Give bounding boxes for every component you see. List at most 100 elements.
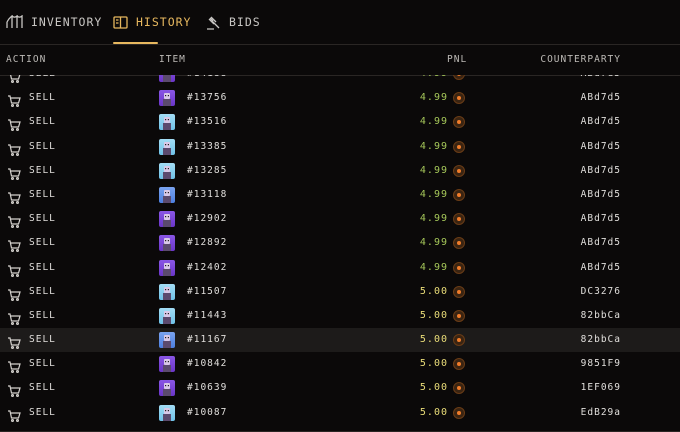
cart-icon (7, 310, 21, 329)
row-counterparty[interactable]: 82bbCa (581, 310, 621, 321)
table-row[interactable]: SELL #12892 4.99 ABd7d5 (0, 231, 680, 255)
row-counterparty[interactable]: ABd7d5 (581, 141, 621, 152)
table-row[interactable]: SELL #12902 4.99 ABd7d5 (0, 207, 680, 231)
currency-icon (453, 382, 465, 395)
row-item-id[interactable]: #12402 (187, 262, 227, 273)
currency-icon (453, 116, 465, 129)
row-item-id[interactable]: #13285 (187, 165, 227, 176)
cart-icon (7, 141, 21, 160)
row-counterparty[interactable]: 1EF069 (581, 382, 621, 393)
nft-thumbnail[interactable] (159, 307, 175, 324)
table-header: ACTION ITEM PNL COUNTERPARTY (0, 45, 680, 76)
row-pnl: 5.00 (419, 406, 448, 418)
row-item-id[interactable]: #13516 (187, 116, 227, 127)
row-counterparty[interactable]: 9851F9 (581, 358, 621, 369)
currency-icon (453, 334, 465, 347)
table-row[interactable]: SELL #13756 4.99 ABd7d5 (0, 86, 680, 110)
nft-thumbnail[interactable] (159, 162, 175, 179)
row-counterparty[interactable]: DC3276 (581, 286, 621, 297)
tab-inventory[interactable]: INVENTORY (6, 0, 102, 44)
nft-thumbnail[interactable] (159, 404, 175, 421)
nft-thumbnail[interactable] (159, 283, 175, 300)
column-header-counterparty: COUNTERPARTY (540, 54, 621, 65)
column-header-pnl: PNL (447, 54, 468, 65)
cart-icon (7, 407, 21, 426)
row-pnl: 4.99 (419, 237, 448, 249)
table-row[interactable]: SELL #11443 5.00 82bbCa (0, 304, 680, 328)
table-row[interactable]: SELL #10639 5.00 1EF069 (0, 376, 680, 400)
row-item-id[interactable]: #11167 (187, 334, 227, 345)
row-item-id[interactable]: #13385 (187, 141, 227, 152)
nft-thumbnail[interactable] (159, 75, 175, 82)
tab-label-inventory: INVENTORY (31, 15, 103, 29)
row-counterparty[interactable]: EdB29a (581, 407, 621, 418)
tab-history[interactable]: HISTORY (113, 0, 191, 44)
row-counterparty[interactable]: ABd7d5 (581, 189, 621, 200)
row-item-id[interactable]: #10842 (187, 358, 227, 369)
tab-label-bids: BIDS (229, 15, 261, 29)
tab-bar: INVENTORY HISTORY BIDS (0, 0, 680, 44)
cart-icon (7, 213, 21, 232)
row-counterparty[interactable]: ABd7d5 (581, 262, 621, 273)
row-pnl: 4.99 (419, 188, 448, 200)
row-item-id[interactable]: #11507 (187, 286, 227, 297)
cart-icon (7, 165, 21, 184)
table-row[interactable]: SELL #13385 4.99 ABd7d5 (0, 135, 680, 159)
row-counterparty[interactable]: ABd7d5 (581, 92, 621, 103)
row-pnl: 5.00 (419, 334, 448, 346)
history-table[interactable]: SELL #14188 4.99 ABd7d5 SELL #13756 4.99 ABd7d5… (0, 75, 680, 432)
row-action: SELL (29, 140, 56, 152)
row-item-id[interactable]: #10087 (187, 407, 227, 418)
row-item-id[interactable]: #10639 (187, 382, 227, 393)
row-counterparty[interactable]: ABd7d5 (581, 75, 621, 79)
row-counterparty[interactable]: 82bbCa (581, 334, 621, 345)
row-item-id[interactable]: #11443 (187, 310, 227, 321)
row-pnl: 5.00 (419, 309, 448, 321)
row-counterparty[interactable]: ABd7d5 (581, 213, 621, 224)
column-header-action: ACTION (6, 54, 47, 65)
row-counterparty[interactable]: ABd7d5 (581, 165, 621, 176)
nft-thumbnail[interactable] (159, 235, 175, 252)
currency-icon (453, 261, 465, 274)
cart-icon (7, 92, 21, 111)
cart-icon (7, 358, 21, 377)
currency-icon (453, 140, 465, 153)
table-row[interactable]: SELL #10842 5.00 9851F9 (0, 352, 680, 376)
nft-thumbnail[interactable] (159, 380, 175, 397)
row-action: SELL (29, 116, 56, 128)
row-item-id[interactable]: #14188 (187, 75, 227, 79)
nft-thumbnail[interactable] (159, 114, 175, 131)
nft-thumbnail[interactable] (159, 186, 175, 203)
row-item-id[interactable]: #12892 (187, 237, 227, 248)
table-row[interactable]: SELL #13285 4.99 ABd7d5 (0, 159, 680, 183)
table-row[interactable]: SELL #11507 5.00 DC3276 (0, 280, 680, 304)
row-action: SELL (29, 237, 56, 249)
row-item-id[interactable]: #13756 (187, 92, 227, 103)
table-row[interactable]: SELL #11167 5.00 82bbCa (0, 328, 680, 353)
row-item-id[interactable]: #12902 (187, 213, 227, 224)
tab-bids[interactable]: BIDS (206, 0, 261, 44)
table-row[interactable]: SELL #13118 4.99 ABd7d5 (0, 183, 680, 207)
currency-icon (453, 164, 465, 177)
row-item-id[interactable]: #13118 (187, 189, 227, 200)
row-counterparty[interactable]: ABd7d5 (581, 116, 621, 127)
table-row[interactable]: SELL #14188 4.99 ABd7d5 (0, 75, 680, 86)
row-action: SELL (29, 188, 56, 200)
currency-icon (453, 188, 465, 201)
nft-thumbnail[interactable] (159, 90, 175, 107)
row-action: SELL (29, 75, 56, 79)
row-action: SELL (29, 285, 56, 297)
table-row[interactable]: SELL #13516 4.99 ABd7d5 (0, 110, 680, 134)
nft-thumbnail[interactable] (159, 138, 175, 155)
row-pnl: 4.99 (419, 92, 448, 104)
nft-thumbnail[interactable] (159, 356, 175, 373)
currency-icon (453, 358, 465, 371)
row-action: SELL (29, 358, 56, 370)
row-counterparty[interactable]: ABd7d5 (581, 237, 621, 248)
table-row[interactable]: SELL #12402 4.99 ABd7d5 (0, 256, 680, 280)
nft-thumbnail[interactable] (159, 211, 175, 228)
table-row[interactable]: SELL #10087 5.00 EdB29a (0, 401, 680, 425)
nft-thumbnail[interactable] (159, 259, 175, 276)
nft-thumbnail[interactable] (159, 332, 175, 349)
currency-icon (453, 92, 465, 105)
